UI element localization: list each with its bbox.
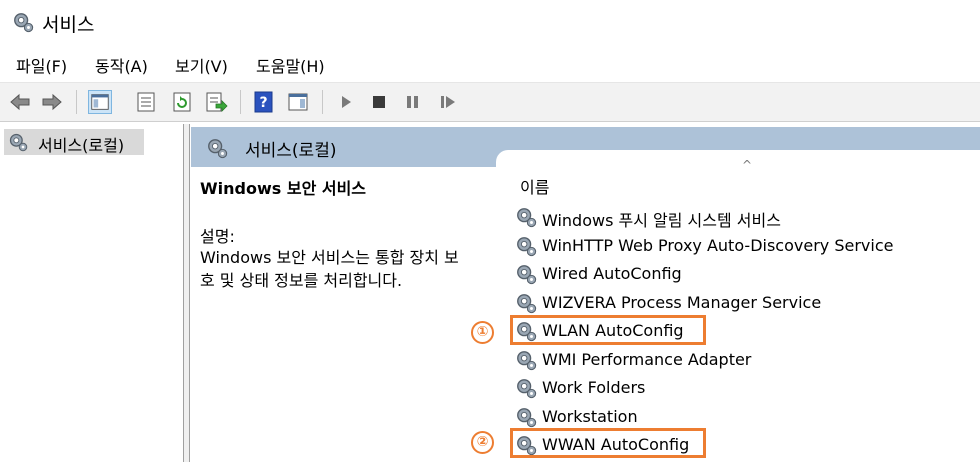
console-tree: 서비스(로컬) — [0, 124, 184, 462]
service-gear-icon — [517, 236, 537, 256]
stop-service-icon[interactable] — [367, 90, 391, 114]
show-action-pane-icon[interactable] — [286, 90, 310, 114]
service-row[interactable]: Wired AutoConfig — [514, 261, 914, 287]
service-name: Windows 푸시 알림 시스템 서비스 — [542, 211, 781, 230]
help-icon[interactable]: ? — [252, 90, 276, 114]
tree-item-services-local[interactable]: 서비스(로컬) — [4, 129, 144, 155]
toolbar-separator — [76, 90, 77, 114]
service-gear-icon — [517, 265, 537, 285]
menu-file[interactable]: 파일(F) — [16, 53, 67, 77]
service-row[interactable]: WMI Performance Adapter — [514, 347, 914, 373]
back-arrow-icon[interactable] — [8, 90, 32, 114]
selected-service-name: Windows 보안 서비스 — [200, 179, 367, 198]
forward-arrow-icon[interactable] — [40, 90, 64, 114]
service-name: WMI Performance Adapter — [542, 349, 752, 369]
column-header-name[interactable]: 이름 — [520, 174, 549, 198]
service-gear-icon — [517, 208, 537, 228]
service-name: WIZVERA Process Manager Service — [542, 292, 822, 312]
list-header: ^ 이름 — [496, 150, 980, 200]
toolbar-separator — [322, 90, 323, 114]
window-title: 서비스 — [42, 14, 95, 36]
title-bar: 서비스 — [0, 0, 980, 46]
service-list: ^ 이름 Windows 푸시 알림 시스템 서비스 WinHTTP Web Pr… — [496, 150, 980, 462]
start-service-icon[interactable] — [334, 90, 358, 114]
content-header-title: 서비스(로컬) — [245, 141, 337, 161]
annotation-number: ① — [471, 321, 494, 344]
svg-text:?: ? — [259, 95, 267, 111]
service-row[interactable]: Workstation — [514, 404, 914, 430]
menu-view[interactable]: 보기(V) — [175, 53, 228, 77]
tree-item-label: 서비스(로컬) — [38, 136, 125, 155]
sort-ascending-icon: ^ — [742, 158, 753, 172]
service-name: Wired AutoConfig — [542, 264, 682, 283]
export-list-icon[interactable] — [204, 90, 228, 114]
menu-action[interactable]: 동작(A) — [95, 53, 148, 77]
description-line: Windows 보안 서비스는 통합 장치 보 — [200, 248, 459, 267]
service-row[interactable]: Work Folders — [514, 375, 914, 401]
annotation-number: ② — [471, 431, 494, 454]
service-name: WinHTTP Web Proxy Auto-Discovery Service — [542, 235, 894, 255]
services-gear-icon — [14, 13, 34, 33]
service-row[interactable]: WIZVERA Process Manager Service — [514, 290, 914, 316]
menu-bar: 파일(F) 동작(A) 보기(V) 도움말(H) — [0, 46, 980, 82]
highlight-box — [510, 315, 706, 345]
toolbar-separator — [240, 90, 241, 114]
menu-help[interactable]: 도움말(H) — [256, 53, 325, 77]
service-row[interactable]: WinHTTP Web Proxy Auto-Discovery Service — [514, 233, 914, 259]
service-name: Workstation — [542, 406, 638, 426]
toolbar: ? — [0, 82, 980, 122]
properties-icon[interactable] — [134, 90, 158, 114]
service-gear-icon — [517, 293, 537, 313]
show-tree-icon[interactable] — [88, 90, 112, 114]
restart-service-icon[interactable] — [436, 90, 460, 114]
service-description: Windows 보안 서비스는 통합 장치 보 호 및 상태 정보를 처리합니다… — [200, 246, 505, 292]
service-gear-icon — [517, 350, 537, 370]
refresh-icon[interactable] — [170, 90, 194, 114]
pause-service-icon[interactable] — [400, 90, 424, 114]
highlight-box — [510, 428, 706, 458]
service-name: Work Folders — [542, 378, 646, 397]
pane-splitter[interactable] — [184, 124, 190, 462]
service-gear-icon — [517, 407, 537, 427]
services-gear-icon — [9, 133, 28, 152]
services-gear-icon — [208, 139, 228, 159]
service-row[interactable]: Windows 푸시 알림 시스템 서비스 — [514, 204, 914, 230]
description-pane: Windows 보안 서비스 설명: Windows 보안 서비스는 통합 장치… — [191, 167, 496, 462]
description-line: 호 및 상태 정보를 처리합니다. — [200, 271, 403, 290]
service-gear-icon — [517, 379, 537, 399]
description-label: 설명: — [200, 227, 235, 246]
